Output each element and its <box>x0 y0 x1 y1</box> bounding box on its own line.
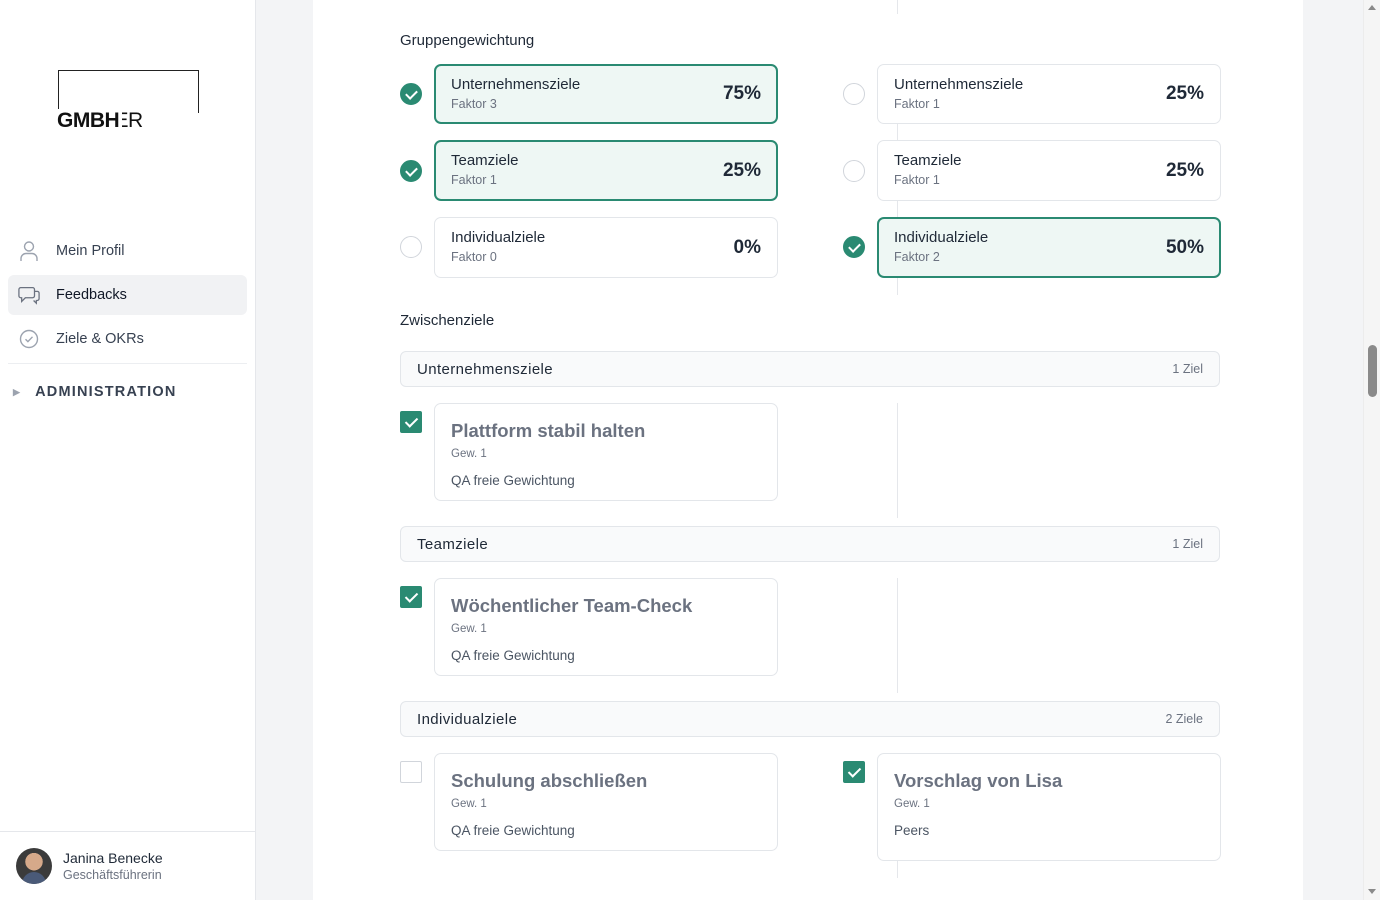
goal-description: QA freie Gewichtung <box>451 473 575 488</box>
goal-checkbox[interactable] <box>843 761 865 783</box>
caret-right-icon: ▶ <box>13 386 22 397</box>
sidebar-item-mein-profil[interactable]: Mein Profil <box>8 231 247 271</box>
weight-card-name: Individualziele <box>894 229 989 246</box>
group-count: 2 Ziele <box>1165 712 1203 726</box>
user-role: Geschäftsführerin <box>63 868 162 882</box>
sidebar-item-administration[interactable]: ▶ ADMINISTRATION <box>8 364 247 420</box>
group-count: 1 Ziel <box>1172 362 1203 376</box>
goal-title: Plattform stabil halten <box>451 420 646 441</box>
sidebar-item-label: Feedbacks <box>56 287 127 303</box>
goal-weight: Gew. 1 <box>451 798 487 810</box>
group-count: 1 Ziel <box>1172 537 1203 551</box>
user-name: Janina Benecke <box>63 850 163 866</box>
column-divider <box>897 403 898 518</box>
avatar <box>16 848 52 884</box>
weighting-radio[interactable] <box>843 236 865 258</box>
weight-card-percent: 25% <box>722 159 761 181</box>
sidebar-item-feedbacks[interactable]: Feedbacks <box>8 275 247 315</box>
goal-weight: Gew. 1 <box>451 623 487 635</box>
group-header-teamziele[interactable]: Teamziele 1 Ziel <box>400 526 1220 562</box>
goal-description: QA freie Gewichtung <box>451 648 575 663</box>
scrollbar-thumb[interactable] <box>1368 345 1377 397</box>
group-header-unternehmensziele[interactable]: Unternehmensziele 1 Ziel <box>400 351 1220 387</box>
section-title-zwischenziele: Zwischenziele <box>400 312 495 329</box>
goal-checkbox[interactable] <box>400 761 422 783</box>
weight-card-percent: 25% <box>1165 83 1204 104</box>
weight-card-factor: Faktor 1 <box>894 173 940 187</box>
weight-card-individualziele[interactable]: Individualziele Faktor 2 50% <box>877 217 1221 278</box>
weight-card-factor: Faktor 2 <box>894 250 940 264</box>
weight-card-name: Individualziele <box>451 229 546 246</box>
weight-card-name: Unternehmensziele <box>894 76 1024 93</box>
group-header-individualziele[interactable]: Individualziele 2 Ziele <box>400 701 1220 737</box>
column-divider <box>897 0 898 14</box>
group-title: Unternehmensziele <box>417 360 554 378</box>
weight-card-percent: 0% <box>733 236 761 258</box>
goal-card[interactable]: Schulung abschließen Gew. 1 QA freie Gew… <box>434 753 778 851</box>
weight-card-unternehmensziele[interactable]: Unternehmensziele Faktor 3 75% <box>434 64 778 124</box>
goal-title: Schulung abschließen <box>451 770 648 791</box>
weight-card-percent: 25% <box>1165 159 1204 181</box>
weight-card-factor: Faktor 3 <box>451 97 497 111</box>
page-scrollbar[interactable] <box>1363 0 1380 900</box>
weighting-radio[interactable] <box>400 83 422 105</box>
weight-card-name: Teamziele <box>451 152 519 169</box>
sidebar-item-label: Ziele & OKRs <box>56 331 144 347</box>
goal-checkbox[interactable] <box>400 586 422 608</box>
main-card: Gruppengewichtung Unternehmensziele Fakt… <box>313 0 1303 900</box>
goal-checkbox[interactable] <box>400 411 422 433</box>
weight-card-individualziele[interactable]: Individualziele Faktor 0 0% <box>434 217 778 278</box>
goal-card[interactable]: Wöchentlicher Team-Check Gew. 1 QA freie… <box>434 578 778 676</box>
weighting-radio[interactable] <box>400 160 422 182</box>
goal-weight: Gew. 1 <box>894 798 930 810</box>
weighting-radio[interactable] <box>843 160 865 182</box>
sidebar-item-ziele-okrs[interactable]: Ziele & OKRs <box>8 319 247 359</box>
weight-card-teamziele[interactable]: Teamziele Faktor 1 25% <box>434 140 778 201</box>
sidebar-item-label: Mein Profil <box>56 243 125 259</box>
scroll-down-arrow-icon[interactable] <box>1368 889 1376 894</box>
goal-title: Wöchentlicher Team-Check <box>451 595 693 616</box>
check-circle-icon <box>18 328 40 350</box>
logo-text-bold: GMBH <box>57 109 123 133</box>
group-title: Teamziele <box>417 535 489 553</box>
weight-card-factor: Faktor 0 <box>451 250 497 264</box>
goal-title: Vorschlag von Lisa <box>894 770 1063 791</box>
chat-icon <box>18 284 40 306</box>
weight-card-name: Teamziele <box>894 152 962 169</box>
goal-description: QA freie Gewichtung <box>451 823 575 838</box>
goal-card[interactable]: Plattform stabil halten Gew. 1 QA freie … <box>434 403 778 501</box>
group-title: Individualziele <box>417 710 518 728</box>
weight-card-factor: Faktor 1 <box>894 97 940 111</box>
scroll-up-arrow-icon[interactable] <box>1368 5 1376 10</box>
weight-card-unternehmensziele[interactable]: Unternehmensziele Faktor 1 25% <box>877 64 1221 124</box>
company-logo[interactable]: MUSTERGMBH <box>57 70 199 133</box>
weight-card-factor: Faktor 1 <box>451 173 497 187</box>
weight-card-percent: 50% <box>1165 236 1204 258</box>
main-nav: Mein Profil Feedbacks Ziele & OKRs ▶ ADM… <box>8 231 247 420</box>
user-profile[interactable]: Janina Benecke Geschäftsführerin <box>0 831 255 900</box>
person-icon <box>18 240 40 262</box>
sidebar: MUSTERGMBH Mein Profil Feedbacks Ziele &… <box>0 0 256 900</box>
weight-card-percent: 75% <box>722 83 761 104</box>
goal-description: Peers <box>894 823 930 838</box>
weighting-radio[interactable] <box>843 83 865 105</box>
admin-label: ADMINISTRATION <box>35 384 177 400</box>
goal-card[interactable]: Vorschlag von Lisa Gew. 1 Peers <box>877 753 1221 861</box>
column-divider <box>897 578 898 693</box>
weighting-radio[interactable] <box>400 236 422 258</box>
section-title-gruppengewichtung: Gruppengewichtung <box>400 32 535 49</box>
goal-weight: Gew. 1 <box>451 448 487 460</box>
weight-card-name: Unternehmensziele <box>451 76 581 93</box>
weight-card-teamziele[interactable]: Teamziele Faktor 1 25% <box>877 140 1221 201</box>
